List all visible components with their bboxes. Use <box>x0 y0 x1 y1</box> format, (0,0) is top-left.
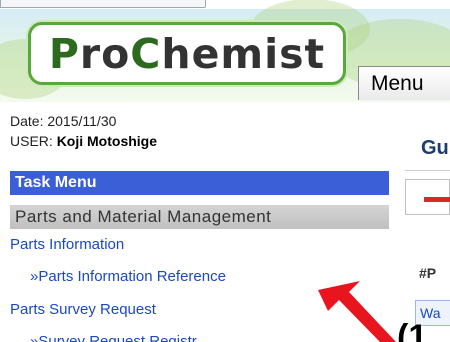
task-menu-header: Task Menu <box>10 171 389 195</box>
main-divider <box>405 170 450 171</box>
main-top-box <box>405 179 450 215</box>
date-line: Date: 2015/11/30 <box>10 113 117 129</box>
main-title: Gu <box>421 137 449 159</box>
sidebar-item-parts-information-reference[interactable]: »Parts Information Reference <box>30 268 226 285</box>
red-marker <box>424 197 450 202</box>
sidebar-item-parts-information[interactable]: Parts Information <box>10 236 124 253</box>
date-value: 2015/11/30 <box>47 113 117 129</box>
annotation-label: (1 <box>397 318 428 342</box>
menu-tab[interactable]: Menu <box>358 66 450 100</box>
sidebar-item-survey-request-registration[interactable]: »Survey Request Registr... <box>30 333 208 342</box>
sidebar-item-parts-survey-request[interactable]: Parts Survey Request <box>10 301 156 318</box>
screenshot-frame: ProChemist Menu Date: 2015/11/30 USER: K… <box>0 0 450 342</box>
top-strip <box>0 0 450 9</box>
top-search-box[interactable] <box>0 0 206 8</box>
logo-text: ProChemist <box>48 29 326 78</box>
user-name: Koji Motoshige <box>56 133 158 149</box>
main-label: #P <box>419 265 437 281</box>
parts-material-section[interactable]: Parts and Material Management <box>10 205 389 229</box>
prochemist-logo[interactable]: ProChemist <box>28 22 346 85</box>
user-line: USER: Koji Motoshige <box>10 133 158 149</box>
